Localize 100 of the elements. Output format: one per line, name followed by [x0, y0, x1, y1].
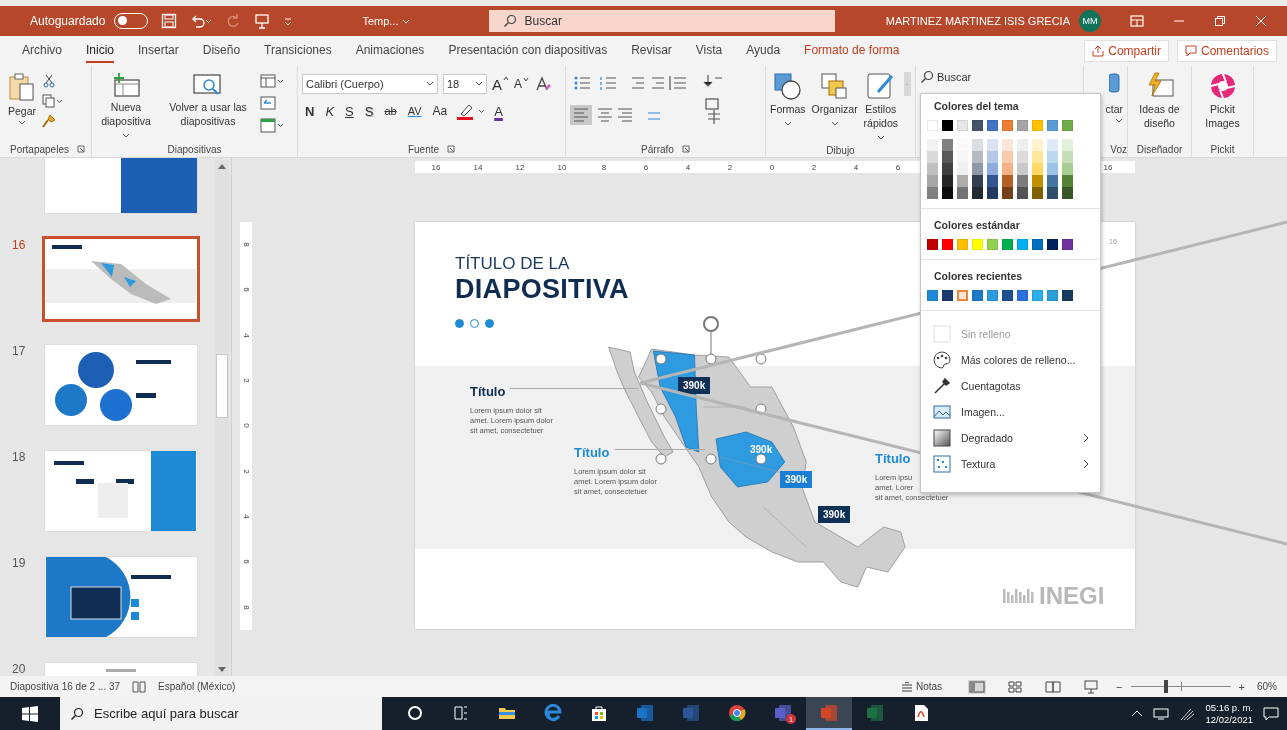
- user-avatar[interactable]: MM: [1079, 10, 1101, 32]
- dictate-button[interactable]: ctar: [1088, 72, 1123, 125]
- share-button[interactable]: Compartir: [1084, 40, 1169, 62]
- format-button[interactable]: S: [342, 103, 357, 119]
- ribbon-tab[interactable]: Inicio: [86, 39, 115, 63]
- scissors-icon[interactable]: [42, 74, 57, 88]
- color-shade-column[interactable]: [1062, 139, 1073, 199]
- file-name-button[interactable]: Temp...: [362, 15, 410, 27]
- ribbon-tab[interactable]: Vista: [695, 39, 723, 63]
- ribbon-tab[interactable]: Archivo: [22, 39, 62, 63]
- grid-view-icon[interactable]: [1006, 679, 1025, 694]
- color-shade-column[interactable]: [987, 139, 998, 199]
- scroll-up-icon[interactable]: [218, 163, 226, 169]
- drawing-tool-button[interactable]: Formas: [770, 72, 806, 131]
- color-swatch[interactable]: [957, 290, 968, 301]
- undo-icon[interactable]: [190, 13, 213, 29]
- reset-slide-icon[interactable]: [260, 96, 276, 112]
- zoom-in-button[interactable]: +: [1238, 680, 1245, 693]
- pickit-button[interactable]: Pickit Images: [1196, 72, 1249, 131]
- app-tile-icon: [636, 703, 654, 722]
- language-label[interactable]: Español (México): [158, 681, 236, 692]
- menu-item[interactable]: Imagen...: [921, 399, 1100, 425]
- drawing-tool-button[interactable]: Estilos rápidos: [863, 72, 899, 145]
- caret-icon: [1115, 118, 1123, 125]
- scrollbar[interactable]: [215, 160, 229, 676]
- font-color-button[interactable]: A: [494, 103, 503, 119]
- format-button[interactable]: AV: [404, 105, 425, 117]
- copy-icon[interactable]: [42, 94, 65, 108]
- book-icon[interactable]: [1044, 679, 1063, 694]
- search-field[interactable]: Buscar: [488, 10, 835, 32]
- brush-icon: [865, 72, 896, 100]
- ribbon-tab[interactable]: Formato de forma: [804, 39, 900, 63]
- chevron-up-icon[interactable]: [1131, 708, 1144, 719]
- ribbon-tab[interactable]: Diseño: [202, 39, 241, 63]
- accessibility-icon[interactable]: [132, 680, 147, 693]
- color-shade-column[interactable]: [957, 139, 968, 199]
- save-icon[interactable]: [161, 13, 178, 29]
- menu-item[interactable]: Degradado: [921, 425, 1100, 451]
- zoom-slider-thumb[interactable]: [1163, 680, 1168, 693]
- reuse-slides-button[interactable]: Volver a usar las diapositivas: [162, 72, 254, 129]
- ribbon-tab[interactable]: Revisar: [631, 39, 672, 63]
- color-shade-column[interactable]: [1032, 139, 1043, 199]
- comments-button[interactable]: Comentarios: [1176, 40, 1277, 62]
- section-icon[interactable]: [260, 118, 284, 134]
- format-button[interactable]: ab: [381, 105, 400, 117]
- slide-number: 20: [12, 662, 27, 676]
- shrink-font-button[interactable]: A: [514, 77, 530, 91]
- network-icon[interactable]: [1153, 707, 1170, 720]
- notification-icon[interactable]: [1263, 705, 1279, 722]
- zoom-level[interactable]: 60%: [1257, 681, 1277, 692]
- new-slide-button[interactable]: Nueva diapositiva: [96, 72, 156, 143]
- color-shade-column[interactable]: [1002, 139, 1013, 199]
- menu-heading: Colores del tema: [933, 100, 1020, 112]
- ribbon-tab[interactable]: Insertar: [138, 39, 179, 63]
- color-shade-column[interactable]: [1017, 139, 1028, 199]
- scroll-down-icon[interactable]: [218, 667, 226, 673]
- brush-icon[interactable]: [42, 114, 57, 128]
- pen-icon[interactable]: [1179, 706, 1196, 721]
- color-shade-column[interactable]: [1047, 139, 1058, 199]
- format-button[interactable]: Aa: [429, 104, 451, 118]
- scrollbar-thumb[interactable]: [216, 354, 228, 418]
- font-family-dropdown[interactable]: Calibri (Cuerpo): [302, 74, 438, 94]
- font-size-dropdown[interactable]: 18: [443, 74, 487, 94]
- clock[interactable]: 05:16 p. m. 12/02/2021: [1205, 701, 1253, 726]
- format-button[interactable]: N: [302, 103, 318, 119]
- ribbon-tab[interactable]: Ayuda: [746, 39, 781, 63]
- zoom-out-button[interactable]: −: [1116, 680, 1123, 693]
- presentation-icon[interactable]: [1082, 679, 1101, 694]
- menu-item[interactable]: Más colores de relleno...: [921, 347, 1100, 373]
- notes-button[interactable]: Notas: [901, 681, 943, 692]
- paste-button[interactable]: Pegar: [8, 72, 37, 127]
- windows-start-icon[interactable]: [22, 705, 38, 722]
- launcher-icon[interactable]: [76, 145, 85, 153]
- grow-font-button[interactable]: A: [492, 75, 509, 93]
- close-icon[interactable]: [1255, 15, 1267, 27]
- clear-format-icon[interactable]: [534, 75, 553, 93]
- ribbon-tab[interactable]: Animaciones: [355, 39, 425, 63]
- caret-icon: [401, 19, 410, 25]
- menu-item[interactable]: Textura: [921, 451, 1100, 477]
- ribbon-display-icon[interactable]: [1130, 15, 1144, 27]
- slide-thumbnail[interactable]: [44, 238, 198, 320]
- menu-item[interactable]: Cuentagotas: [921, 373, 1100, 399]
- format-button[interactable]: S: [361, 103, 377, 119]
- color-shade-column[interactable]: [942, 139, 953, 199]
- group-label: Pickit: [1210, 143, 1235, 155]
- ribbon-tab[interactable]: Presentación con diapositivas: [448, 39, 608, 63]
- launcher-icon[interactable]: [681, 145, 690, 153]
- restore-icon[interactable]: [1214, 15, 1226, 27]
- color-shade-column[interactable]: [927, 139, 938, 199]
- design-ideas-button[interactable]: Ideas de diseño: [1132, 72, 1187, 131]
- format-button[interactable]: K: [322, 103, 338, 119]
- presentation-icon[interactable]: [254, 13, 271, 29]
- ribbon-tab[interactable]: Transiciones: [264, 39, 332, 63]
- normal-view-icon[interactable]: [968, 679, 987, 694]
- launcher-icon[interactable]: [447, 145, 456, 153]
- taskbar-search-field[interactable]: Escribe aquí para buscar: [60, 697, 382, 730]
- find-button[interactable]: Buscar: [920, 70, 972, 84]
- layout-icon[interactable]: [260, 74, 284, 90]
- color-shade-column[interactable]: [972, 139, 983, 199]
- drawing-tool-button[interactable]: Organizar: [811, 72, 858, 131]
